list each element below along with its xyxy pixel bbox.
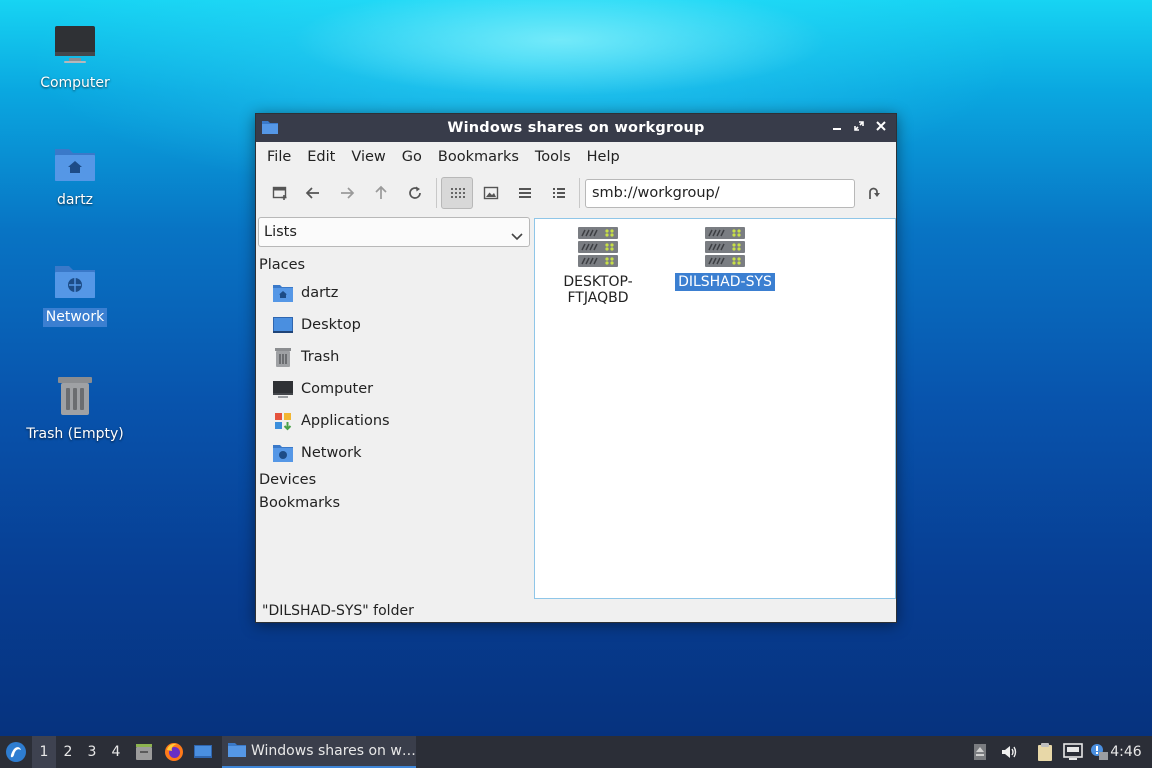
computer-icon bbox=[272, 378, 294, 400]
icon-view-icon[interactable] bbox=[441, 177, 473, 209]
menu-help[interactable]: Help bbox=[579, 142, 628, 172]
workspace-2[interactable]: 2 bbox=[56, 736, 80, 768]
desktop-icon-network[interactable]: Network bbox=[20, 256, 130, 327]
start-menu-icon[interactable] bbox=[3, 736, 29, 768]
path-input[interactable]: smb://workgroup/ bbox=[585, 179, 855, 208]
sidebar-item-computer[interactable]: Computer bbox=[258, 373, 530, 405]
firefox-icon[interactable] bbox=[162, 736, 186, 768]
applications-icon bbox=[272, 410, 294, 432]
toolbar: smb://workgroup/ bbox=[256, 172, 896, 214]
back-icon[interactable] bbox=[297, 177, 329, 209]
sidebar-item-label: Network bbox=[301, 445, 362, 461]
reload-icon[interactable] bbox=[399, 177, 431, 209]
go-icon[interactable] bbox=[857, 177, 889, 209]
menu-bar: File Edit View Go Bookmarks Tools Help bbox=[256, 142, 896, 172]
new-tab-icon[interactable] bbox=[264, 177, 296, 209]
sidebar-item-dartz[interactable]: dartz bbox=[258, 277, 530, 309]
file-view[interactable]: DESKTOP- FTJAQBD DILSHAD-SYS bbox=[534, 218, 896, 599]
bookmarks-heading[interactable]: Bookmarks bbox=[258, 492, 530, 515]
up-icon[interactable] bbox=[365, 177, 397, 209]
title-bar[interactable]: Windows shares on workgroup bbox=[256, 114, 896, 142]
computer-icon bbox=[51, 22, 99, 70]
thumbnail-view-icon[interactable] bbox=[475, 177, 507, 209]
detailed-list-icon[interactable] bbox=[543, 177, 575, 209]
desktop-icon[interactable] bbox=[191, 736, 215, 768]
task-label: Windows shares on w… bbox=[251, 743, 416, 759]
file-item-label: DESKTOP- FTJAQBD bbox=[563, 274, 633, 306]
desktop-icon-trash[interactable]: Trash (Empty) bbox=[20, 373, 130, 444]
file-manager-window: Windows shares on workgroup File Edit Vi… bbox=[255, 113, 897, 623]
compact-list-icon[interactable] bbox=[509, 177, 541, 209]
sidebar-item-network[interactable]: Network bbox=[258, 437, 530, 469]
sidebar-item-label: Computer bbox=[301, 381, 374, 397]
places-heading[interactable]: Places bbox=[258, 254, 530, 277]
sidebar-item-label: Trash bbox=[301, 349, 340, 365]
sidebar-item-label: dartz bbox=[301, 285, 339, 301]
side-pane: Lists Places dartz Desktop Trash Compute… bbox=[258, 217, 530, 597]
menu-view[interactable]: View bbox=[343, 142, 393, 172]
chevron-down-icon bbox=[510, 225, 524, 241]
devices-heading[interactable]: Devices bbox=[258, 469, 530, 492]
desktop-icon-computer[interactable]: Computer bbox=[20, 22, 130, 93]
workspace-1[interactable]: 1 bbox=[32, 736, 56, 768]
volume-icon[interactable] bbox=[998, 736, 1020, 768]
task-file-manager[interactable]: Windows shares on w… bbox=[222, 736, 416, 768]
sidebar-item-label: Desktop bbox=[301, 317, 361, 333]
trash-icon bbox=[51, 373, 99, 421]
close-icon[interactable] bbox=[872, 119, 890, 137]
desktop-icon-label: Computer bbox=[40, 75, 110, 91]
menu-go[interactable]: Go bbox=[394, 142, 430, 172]
file-item-desktop-ftjaqbd[interactable]: DESKTOP- FTJAQBD bbox=[543, 225, 653, 307]
desktop-icon-label: Trash (Empty) bbox=[26, 426, 124, 442]
server-icon bbox=[703, 225, 747, 269]
clipboard-icon[interactable] bbox=[1034, 736, 1056, 768]
folder-icon bbox=[262, 120, 278, 134]
taskbar: 1 2 3 4 Windows shares on w… 4:46 bbox=[0, 736, 1152, 768]
maximize-icon[interactable] bbox=[850, 119, 868, 137]
network-folder-icon bbox=[272, 442, 294, 464]
sidebar-item-desktop[interactable]: Desktop bbox=[258, 309, 530, 341]
file-manager-icon[interactable] bbox=[132, 736, 156, 768]
clock[interactable]: 4:46 bbox=[1106, 736, 1146, 768]
menu-bookmarks[interactable]: Bookmarks bbox=[430, 142, 527, 172]
home-folder-icon bbox=[51, 139, 99, 187]
desktop-icon-label: dartz bbox=[56, 192, 94, 208]
sidebar-item-applications[interactable]: Applications bbox=[258, 405, 530, 437]
trash-icon bbox=[272, 346, 294, 368]
side-pane-mode-value: Lists bbox=[264, 224, 297, 240]
file-item-label: DILSHAD-SYS bbox=[675, 273, 775, 291]
minimize-icon[interactable] bbox=[828, 119, 846, 137]
file-item-dilshad-sys[interactable]: DILSHAD-SYS bbox=[670, 225, 780, 291]
server-icon bbox=[576, 225, 620, 269]
sidebar-item-trash[interactable]: Trash bbox=[258, 341, 530, 373]
desktop-icon bbox=[272, 314, 294, 336]
desktop-icon-label: Network bbox=[42, 308, 108, 327]
sidebar-item-label: Applications bbox=[301, 413, 390, 429]
workspace-4[interactable]: 4 bbox=[104, 736, 128, 768]
desktop-icon-dartz[interactable]: dartz bbox=[20, 139, 130, 210]
menu-file[interactable]: File bbox=[259, 142, 299, 172]
menu-tools[interactable]: Tools bbox=[527, 142, 579, 172]
network-icon[interactable] bbox=[1061, 736, 1085, 768]
up-arrow-icon[interactable] bbox=[970, 736, 990, 768]
folder-icon bbox=[228, 741, 246, 761]
home-folder-icon bbox=[272, 282, 294, 304]
workspace-3[interactable]: 3 bbox=[80, 736, 104, 768]
forward-icon[interactable] bbox=[331, 177, 363, 209]
menu-edit[interactable]: Edit bbox=[299, 142, 343, 172]
status-bar: "DILSHAD-SYS" folder bbox=[262, 603, 414, 619]
window-title: Windows shares on workgroup bbox=[447, 120, 705, 136]
network-folder-icon bbox=[51, 256, 99, 304]
side-pane-mode-select[interactable]: Lists bbox=[258, 217, 530, 247]
